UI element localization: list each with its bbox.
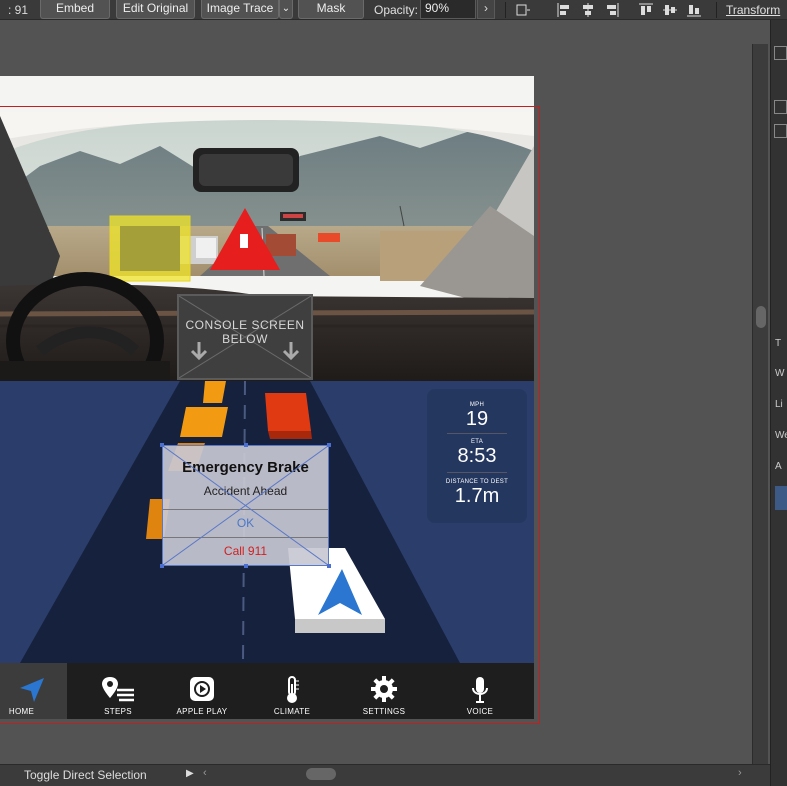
nav-label: STEPS bbox=[104, 707, 132, 716]
navigation-arrow-icon bbox=[20, 678, 44, 702]
nav-label: HOME bbox=[8, 707, 35, 716]
selection-handle[interactable] bbox=[244, 564, 248, 568]
eta-value: 8:53 bbox=[457, 445, 497, 467]
align-top-icon[interactable] bbox=[638, 2, 654, 18]
transform-link[interactable]: Transform bbox=[726, 3, 780, 17]
distance-value: 1.7m bbox=[454, 485, 500, 507]
panel-control[interactable] bbox=[774, 100, 787, 114]
ok-button[interactable]: OK bbox=[163, 509, 328, 537]
panel-tab[interactable]: T bbox=[775, 338, 781, 349]
panel-tab[interactable]: A bbox=[775, 461, 782, 472]
steps-pin-icon bbox=[102, 677, 134, 702]
nav-item-settings[interactable]: SETTINGS bbox=[354, 663, 414, 719]
nav-item-home[interactable]: HOME bbox=[0, 663, 67, 719]
opacity-arrow-button[interactable]: › bbox=[477, 0, 495, 19]
selection-handle[interactable] bbox=[244, 443, 248, 447]
divider bbox=[447, 472, 507, 473]
image-trace-dropdown[interactable]: ⌄ bbox=[279, 0, 293, 19]
align-center-icon[interactable] bbox=[580, 2, 596, 18]
vertical-scrollbar[interactable] bbox=[752, 44, 768, 764]
scroll-thumb[interactable] bbox=[756, 306, 766, 328]
nav-label: APPLE PLAY bbox=[176, 707, 228, 716]
alert-message: Accident Ahead bbox=[203, 484, 288, 498]
tool-hint: Toggle Direct Selection bbox=[24, 768, 147, 782]
panel-control[interactable] bbox=[774, 46, 787, 60]
selection-handle[interactable] bbox=[160, 564, 164, 568]
horizontal-scroll-thumb[interactable] bbox=[306, 768, 336, 780]
align-bottom-icon[interactable] bbox=[686, 2, 702, 18]
bottom-navigation: HOME STEPS APPLE PLAY CLIMATE SETTINGS V… bbox=[0, 663, 534, 719]
edit-original-button[interactable]: Edit Original bbox=[116, 0, 195, 19]
panel-control[interactable] bbox=[774, 124, 787, 138]
alert-title: Emergency Brake bbox=[182, 459, 309, 476]
opacity-field[interactable]: 90% bbox=[420, 0, 476, 19]
panel-tab[interactable]: W bbox=[775, 368, 784, 379]
scroll-left-icon[interactable]: ‹ bbox=[203, 767, 207, 779]
status-bar: Toggle Direct Selection ▶ ‹ › bbox=[0, 764, 770, 786]
image-trace-button[interactable]: Image Trace bbox=[201, 0, 279, 19]
nav-label: SETTINGS bbox=[362, 707, 406, 716]
play-arrow-icon[interactable]: ▶ bbox=[186, 768, 194, 779]
nav-label: VOICE bbox=[466, 707, 494, 716]
panel-tab[interactable]: We bbox=[775, 430, 787, 441]
illustrator-window: : 91 Embed Edit Original Image Trace ⌄ M… bbox=[0, 0, 787, 786]
artboard[interactable]: CONSOLE SCREEN BELOW MPH 19 ETA 8:53 DIS… bbox=[0, 76, 534, 719]
embed-button[interactable]: Embed bbox=[40, 0, 110, 19]
divider bbox=[716, 2, 717, 18]
control-bar: : 91 Embed Edit Original Image Trace ⌄ M… bbox=[0, 0, 787, 20]
panel-tab[interactable]: Li bbox=[775, 399, 783, 410]
divider bbox=[505, 2, 506, 18]
apple-play-icon bbox=[190, 677, 214, 701]
emergency-alert-dialog[interactable]: Emergency Brake Accident Ahead OK Call 9… bbox=[160, 443, 331, 568]
gear-icon bbox=[371, 676, 397, 702]
call-911-button[interactable]: Call 911 bbox=[163, 537, 328, 565]
chevron-down-icon: ⌄ bbox=[281, 3, 291, 14]
nav-label: CLIMATE bbox=[273, 707, 311, 716]
selection-handle[interactable] bbox=[327, 443, 331, 447]
trip-stats-panel: MPH 19 ETA 8:53 DISTANCE TO DEST 1.7m bbox=[427, 389, 527, 523]
transform-options-icon[interactable] bbox=[515, 2, 531, 18]
thermometer-icon bbox=[287, 676, 299, 703]
nav-item-voice[interactable]: VOICE bbox=[450, 663, 510, 719]
align-right-icon[interactable] bbox=[604, 2, 620, 18]
selection-handle[interactable] bbox=[160, 443, 164, 447]
selection-handle[interactable] bbox=[327, 564, 331, 568]
divider bbox=[447, 433, 507, 434]
nav-item-climate[interactable]: CLIMATE bbox=[262, 663, 322, 719]
layer-row[interactable] bbox=[775, 486, 787, 510]
align-middle-icon[interactable] bbox=[662, 2, 678, 18]
opacity-label: Opacity: bbox=[374, 3, 419, 17]
speed-value: 19 bbox=[465, 408, 489, 430]
width-readout: : 91 bbox=[8, 3, 29, 17]
microphone-icon bbox=[472, 677, 488, 703]
properties-panel-strip: T W Li We A bbox=[770, 20, 787, 786]
console-label: CONSOLE SCREEN BELOW bbox=[185, 318, 305, 346]
align-left-icon[interactable] bbox=[556, 2, 572, 18]
nav-item-steps[interactable]: STEPS bbox=[88, 663, 148, 719]
mask-button[interactable]: Mask bbox=[298, 0, 364, 19]
nav-item-apple-play[interactable]: APPLE PLAY bbox=[172, 663, 232, 719]
scroll-right-icon[interactable]: › bbox=[738, 767, 742, 779]
console-screen-placeholder: CONSOLE SCREEN BELOW bbox=[177, 294, 313, 380]
